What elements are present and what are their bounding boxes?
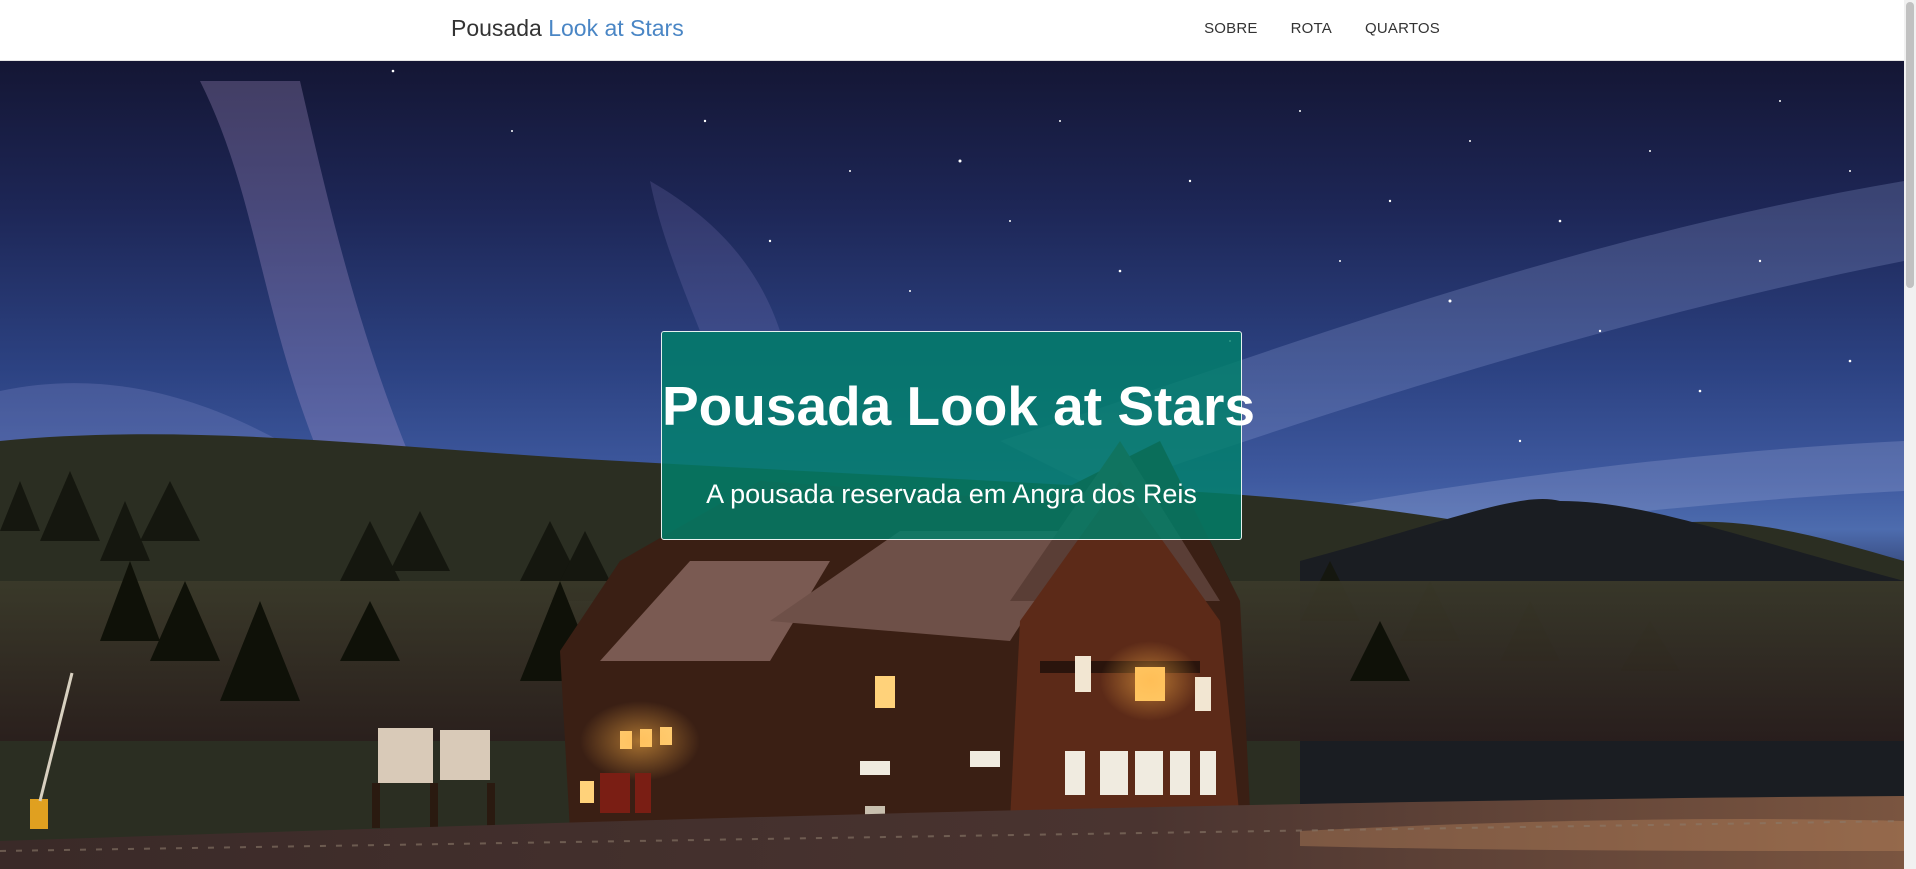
hero-section: Pousada Look at Stars A pousada reservad… — [0, 61, 1904, 869]
brand-logo-link[interactable]: Pousada Look at Stars — [451, 15, 684, 42]
brand-accent: Look at Stars — [548, 15, 684, 41]
hero-title-box: Pousada Look at Stars A pousada reservad… — [661, 331, 1255, 540]
page: Pousada Look at Stars SOBRE ROTA QUARTOS — [0, 0, 1916, 869]
nav-link-quartos[interactable]: QUARTOS — [1365, 20, 1440, 37]
hero-title: Pousada Look at Stars — [662, 375, 1255, 437]
nav-link-sobre[interactable]: SOBRE — [1204, 20, 1258, 37]
page-scrollbar[interactable] — [1904, 0, 1916, 869]
hero-subtitle: A pousada reservada em Angra dos Reis — [706, 478, 1197, 509]
top-navbar: Pousada Look at Stars SOBRE ROTA QUARTOS — [0, 0, 1904, 61]
scrollbar-thumb[interactable] — [1906, 2, 1914, 288]
brand-prefix: Pousada — [451, 15, 542, 41]
nav-links: SOBRE ROTA QUARTOS — [1171, 20, 1440, 37]
nav-link-rota[interactable]: ROTA — [1291, 20, 1332, 37]
